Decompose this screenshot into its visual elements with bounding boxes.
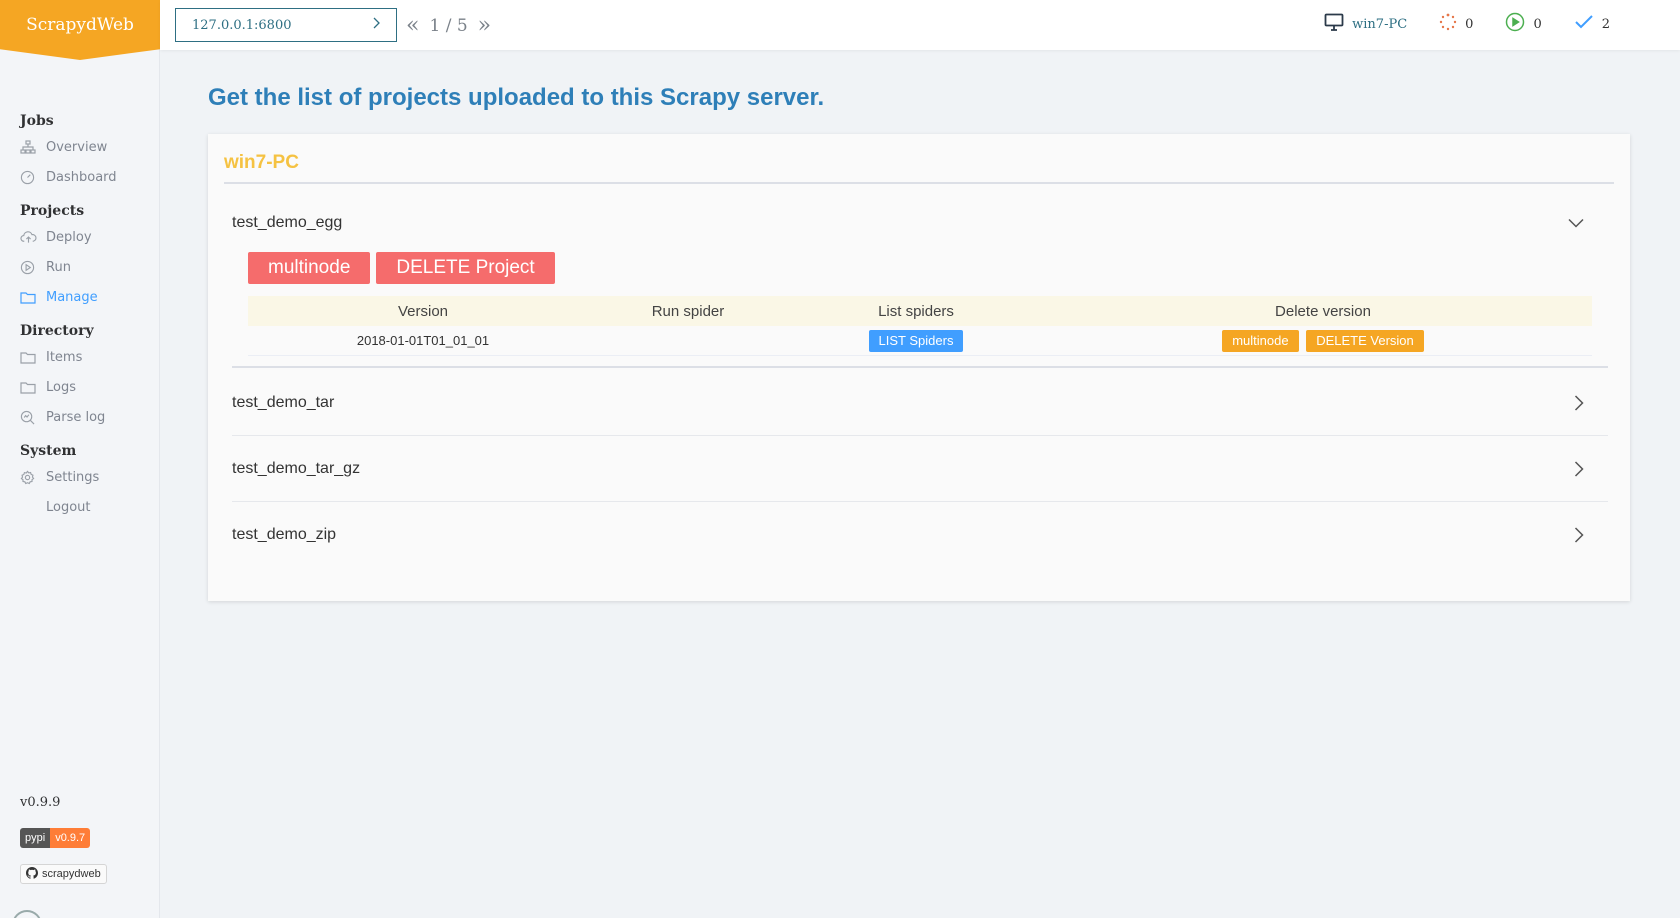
sidebar-item-label: Parse log bbox=[46, 409, 106, 425]
sidebar: ScrapydWeb Jobs Overview Dashboard Proje… bbox=[0, 0, 160, 918]
pypi-badge[interactable]: pypi v0.9.7 bbox=[20, 828, 91, 848]
finished-count: 2 bbox=[1601, 16, 1610, 32]
sidebar-item-label: Deploy bbox=[46, 229, 92, 245]
status-bar: win7-PC 0 0 2 bbox=[1324, 12, 1610, 36]
pypi-badge-version: v0.9.7 bbox=[50, 828, 91, 848]
chevron-right-icon bbox=[372, 17, 380, 33]
column-header-list-spiders: List spiders bbox=[878, 302, 954, 320]
folder-icon bbox=[20, 351, 46, 364]
sidebar-item-parse-log[interactable]: Parse log bbox=[20, 402, 155, 432]
nav-section-projects: Projects bbox=[20, 203, 85, 219]
sidebar-item-manage[interactable]: Manage bbox=[20, 282, 155, 312]
nav-section-jobs: Jobs bbox=[20, 113, 54, 129]
app-logo[interactable]: ScrapydWeb bbox=[0, 0, 160, 60]
github-badge[interactable]: scrapydweb bbox=[20, 864, 107, 884]
checkmark-icon bbox=[1574, 14, 1594, 34]
project-name: test_demo_tar bbox=[232, 393, 335, 411]
project-row-test-demo-tar-gz[interactable]: test_demo_tar_gz bbox=[232, 436, 1608, 502]
sidebar-item-label: Dashboard bbox=[46, 169, 117, 185]
play-circle-icon bbox=[20, 260, 46, 275]
column-header-run-spider: Run spider bbox=[651, 302, 725, 320]
sidebar-item-label: Logs bbox=[46, 379, 76, 395]
versions-table: Version Run spider List spiders Delete v… bbox=[248, 296, 1592, 356]
sidebar-item-label: Settings bbox=[46, 469, 100, 485]
list-spiders-button[interactable]: LIST Spiders bbox=[868, 329, 964, 352]
upload-cloud-icon bbox=[20, 230, 46, 244]
nav-section-system: System bbox=[20, 443, 77, 459]
sidebar-item-overview[interactable]: Overview bbox=[20, 132, 155, 162]
sidebar-item-dashboard[interactable]: Dashboard bbox=[20, 162, 155, 192]
double-chevron-right-icon[interactable]: » bbox=[478, 13, 491, 38]
nav-section-directory: Directory bbox=[20, 323, 94, 339]
chevron-right-icon[interactable] bbox=[1574, 527, 1608, 543]
sidebar-item-settings[interactable]: Settings bbox=[20, 462, 155, 492]
column-header-delete-version: Delete version bbox=[1275, 302, 1371, 320]
gear-icon bbox=[20, 469, 46, 485]
folder-icon bbox=[20, 381, 46, 394]
node-name-heading: win7-PC bbox=[224, 152, 1614, 184]
project-name: test_demo_tar_gz bbox=[232, 459, 361, 477]
sidebar-item-items[interactable]: Items bbox=[20, 342, 155, 372]
version-cell: 2018-01-01T01_01_01 bbox=[356, 333, 490, 348]
delete-version-cell: multinode DELETE Version bbox=[1054, 329, 1592, 352]
delete-version-button[interactable]: DELETE Version bbox=[1306, 329, 1424, 352]
chevron-right-icon[interactable] bbox=[1574, 394, 1608, 411]
chevron-down-icon[interactable] bbox=[1568, 218, 1608, 228]
pager-text: 1 / 5 bbox=[429, 15, 468, 36]
running-count: 0 bbox=[1533, 16, 1542, 32]
node-pager: « 1 / 5 » bbox=[406, 13, 491, 38]
host-indicator[interactable]: win7-PC bbox=[1324, 13, 1407, 35]
chevron-right-icon[interactable] bbox=[1574, 460, 1608, 477]
pending-jobs[interactable]: 0 bbox=[1439, 13, 1473, 35]
project-detail-panel: multinode DELETE Project Version Run spi… bbox=[232, 244, 1608, 368]
column-header-version: Version bbox=[397, 302, 449, 320]
sidebar-item-label: Logout bbox=[46, 499, 91, 515]
delete-project-button[interactable]: DELETE Project bbox=[376, 252, 555, 284]
project-row-test-demo-tar[interactable]: test_demo_tar bbox=[232, 370, 1608, 436]
gauge-icon bbox=[20, 170, 46, 185]
top-header: 127.0.0.1:6800 « 1 / 5 » win7-PC 0 0 2 bbox=[160, 0, 1680, 50]
double-chevron-left-icon[interactable]: « bbox=[406, 13, 419, 38]
app-version: v0.9.9 bbox=[20, 795, 61, 810]
node-address: 127.0.0.1:6800 bbox=[192, 17, 292, 33]
pending-count: 0 bbox=[1465, 16, 1474, 32]
github-icon bbox=[26, 866, 38, 882]
monitor-icon bbox=[1324, 13, 1344, 35]
table-header: Version Run spider List spiders Delete v… bbox=[248, 296, 1592, 326]
sidebar-item-label: Items bbox=[46, 349, 83, 365]
sidebar-item-label: Run bbox=[46, 259, 71, 275]
sidebar-item-logs[interactable]: Logs bbox=[20, 372, 155, 402]
projects-card: win7-PC test_demo_egg multinode DELETE P… bbox=[208, 134, 1630, 601]
version-multinode-button[interactable]: multinode bbox=[1222, 329, 1299, 352]
project-actions: multinode DELETE Project bbox=[248, 252, 555, 284]
spinner-icon bbox=[1439, 13, 1457, 35]
finished-jobs[interactable]: 2 bbox=[1574, 14, 1610, 34]
host-name: win7-PC bbox=[1352, 16, 1408, 32]
folder-icon bbox=[20, 291, 46, 304]
sidebar-nav: Jobs Overview Dashboard Projects Deploy … bbox=[20, 110, 155, 522]
node-selector[interactable]: 127.0.0.1:6800 bbox=[175, 8, 397, 42]
page-title: Get the list of projects uploaded to thi… bbox=[208, 84, 825, 111]
sidebar-item-deploy[interactable]: Deploy bbox=[20, 222, 155, 252]
sidebar-item-label: Manage bbox=[46, 289, 98, 305]
play-circle-icon bbox=[1505, 12, 1525, 36]
project-name: test_demo_egg bbox=[232, 214, 343, 231]
sidebar-item-run[interactable]: Run bbox=[20, 252, 155, 282]
sidebar-item-logout[interactable]: Logout bbox=[20, 492, 155, 522]
project-name: test_demo_zip bbox=[232, 526, 337, 543]
table-row: 2018-01-01T01_01_01 LIST Spiders multino… bbox=[248, 326, 1592, 356]
sidebar-item-label: Overview bbox=[46, 139, 108, 155]
list-spiders-cell: LIST Spiders bbox=[778, 329, 1054, 352]
collapse-toggle-icon[interactable] bbox=[12, 910, 42, 918]
github-badge-label: scrapydweb bbox=[42, 868, 101, 880]
search-chart-icon bbox=[20, 410, 46, 425]
multinode-button[interactable]: multinode bbox=[248, 252, 371, 284]
running-jobs[interactable]: 0 bbox=[1505, 12, 1542, 36]
sitemap-icon bbox=[20, 140, 46, 154]
project-row-test-demo-zip[interactable]: test_demo_zip bbox=[232, 502, 1608, 568]
pypi-badge-label: pypi bbox=[20, 828, 51, 848]
